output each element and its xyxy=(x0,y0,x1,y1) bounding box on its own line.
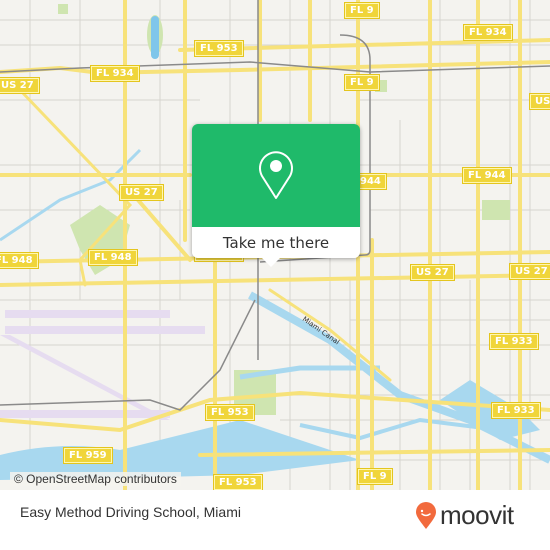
brand-name: moovit xyxy=(440,500,514,530)
footer-bar: Easy Method Driving School, Miami moovit xyxy=(0,490,550,550)
route-shield: FL 9 xyxy=(357,468,393,485)
map-canvas[interactable]: Miami Canal FL 9 FL 953 FL 934 FL 934 US… xyxy=(0,0,550,490)
route-shield: FL 934 xyxy=(90,65,140,82)
map-attribution[interactable]: © OpenStreetMap contributors xyxy=(10,472,181,486)
take-me-there-button[interactable]: Take me there xyxy=(192,227,360,258)
route-shield: US 27 xyxy=(119,184,164,201)
route-shield: US xyxy=(528,93,550,110)
route-shield: FL 948 xyxy=(0,252,39,269)
popup-header xyxy=(192,124,360,227)
route-shield: FL 933 xyxy=(491,402,541,419)
popup-pointer xyxy=(261,257,281,267)
route-shield: FL 933 xyxy=(489,333,539,350)
route-shield: FL 944 xyxy=(462,167,512,184)
route-shield: FL 953 xyxy=(194,40,244,57)
route-shield: FL 934 xyxy=(463,24,513,41)
route-shield: US 27 xyxy=(509,263,550,280)
route-shield: FL 9 xyxy=(344,2,380,19)
route-shield: US 27 xyxy=(410,264,455,281)
route-shield: FL 9 xyxy=(344,74,380,91)
route-shield: FL 953 xyxy=(205,404,255,421)
route-shield: FL 948 xyxy=(88,249,138,266)
location-pin-icon xyxy=(259,151,293,199)
location-popup: Take me there xyxy=(192,124,360,267)
moovit-pin-icon xyxy=(416,501,436,529)
place-name: Easy Method Driving School, Miami xyxy=(20,504,241,520)
route-shield: US 27 xyxy=(0,77,40,94)
route-shield: FL 959 xyxy=(63,447,113,464)
route-shield: FL 953 xyxy=(213,474,263,490)
moovit-logo[interactable]: moovit xyxy=(415,500,514,531)
